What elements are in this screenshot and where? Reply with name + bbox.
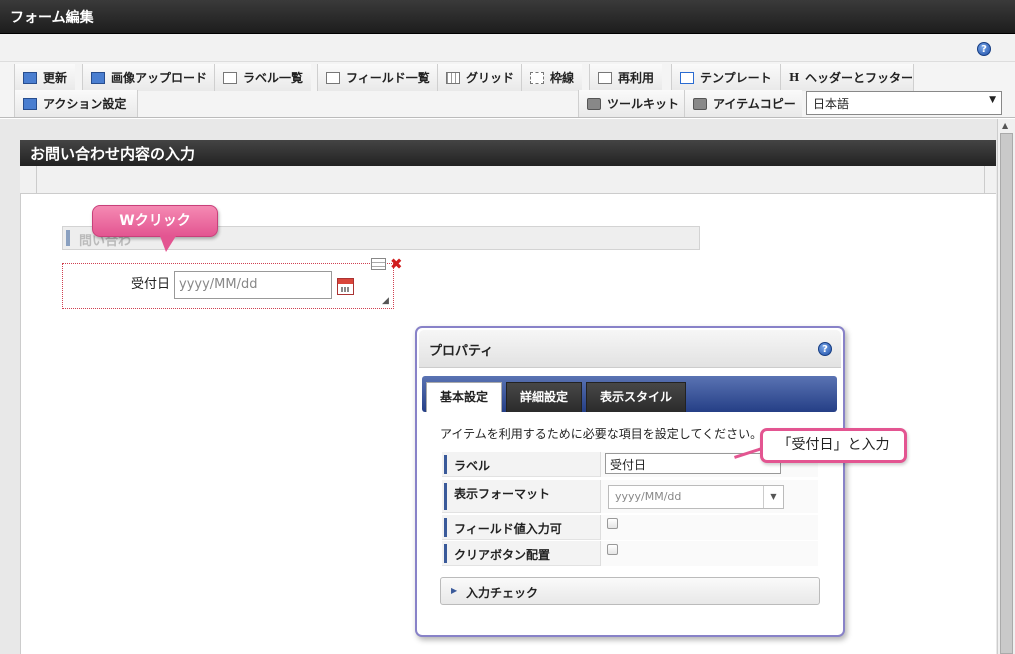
label-list-label: ラベル一覧 (243, 71, 304, 85)
date-field-label: 受付日 (131, 277, 171, 292)
double-click-text: Wクリック (119, 213, 191, 229)
calendar-icon[interactable] (337, 278, 354, 295)
row-value-cell (600, 515, 818, 540)
enter-label-callout: 「受付日」と入力 (760, 428, 907, 463)
action-icon (23, 97, 37, 110)
template-label: テンプレート (700, 71, 772, 85)
tab-display-style[interactable]: 表示スタイル (586, 382, 687, 412)
help-bar: ? (0, 34, 1015, 62)
property-row-field-input: フィールド値入力可 (442, 515, 818, 540)
image-upload-label: 画像アップロード (111, 71, 208, 85)
toolkit-icon (587, 97, 601, 110)
item-copy-icon (693, 97, 707, 110)
scroll-up-icon[interactable]: ▲ (1002, 121, 1008, 130)
double-click-callout: Wクリック (92, 205, 218, 237)
refresh-icon (23, 71, 37, 84)
date-input[interactable]: yyyy/MM/dd (174, 271, 332, 299)
template-icon (680, 71, 694, 84)
row-marker (444, 544, 447, 563)
property-description: アイテムを利用するために必要な項目を設定してください。 (440, 427, 763, 441)
toolkit-label: ツールキット (607, 97, 680, 111)
toolkit-button[interactable]: ツールキット (578, 90, 688, 117)
label-list-button[interactable]: ラベル一覧 (214, 64, 312, 91)
language-value: 日本語 (813, 97, 850, 111)
row-label: クリアボタン配置 (454, 548, 551, 562)
refresh-button[interactable]: 更新 (14, 64, 76, 91)
template-button[interactable]: テンプレート (671, 64, 780, 91)
window-title: フォーム編集 (10, 10, 94, 26)
header-footer-button[interactable]: H ヘッダーとフッター (780, 64, 914, 91)
heading-bar (66, 230, 70, 246)
row-label: 表示フォーマット (454, 487, 551, 501)
chevron-right-icon: ▶ (451, 586, 458, 595)
form-header: お問い合わせ内容の入力 (20, 140, 996, 166)
reuse-button[interactable]: 再利用 (589, 64, 663, 91)
vertical-scrollbar[interactable]: ▲ (997, 119, 1015, 654)
label-input-value: 受付日 (610, 458, 647, 472)
tab-detail-settings[interactable]: 詳細設定 (506, 382, 583, 412)
image-upload-button[interactable]: 画像アップロード (82, 64, 216, 91)
subbar-divider (984, 166, 985, 194)
date-input-placeholder: yyyy/MM/dd (179, 277, 258, 292)
row-label: ラベル (454, 459, 491, 473)
reuse-label: 再利用 (618, 71, 655, 85)
window-titlebar: フォーム編集 (0, 0, 1015, 34)
chevron-down-icon: ▼ (763, 486, 783, 508)
property-panel-title: プロパティ (429, 344, 494, 359)
accordion-label: 入力チェック (466, 586, 539, 600)
help-icon[interactable]: ? (977, 42, 991, 56)
row-value-cell (600, 541, 818, 566)
action-settings-button[interactable]: アクション設定 (14, 90, 138, 117)
delete-icon[interactable]: ✖ (390, 255, 403, 273)
grid-icon (446, 71, 460, 84)
field-list-icon (326, 71, 340, 84)
format-select-value: yyyy/MM/dd (615, 490, 682, 503)
header-footer-icon: H (789, 70, 800, 84)
format-select[interactable]: yyyy/MM/dd ▼ (608, 485, 784, 509)
property-panel-header: プロパティ ? (419, 330, 841, 368)
clear-button-checkbox[interactable] (607, 544, 618, 555)
row-label: フィールド値入力可 (454, 522, 562, 536)
header-footer-label: ヘッダーとフッター (805, 71, 914, 85)
label-list-icon (223, 71, 237, 84)
field-input-checkbox[interactable] (607, 518, 618, 529)
grid-label: グリッド (466, 71, 515, 85)
item-copy-button[interactable]: アイテムコピー (684, 90, 802, 117)
grid-button[interactable]: グリッド (437, 64, 523, 91)
chevron-down-icon: ▼ (989, 95, 996, 105)
form-title: お問い合わせ内容の入力 (30, 145, 196, 163)
action-settings-label: アクション設定 (43, 97, 127, 111)
form-subbar (20, 166, 996, 194)
resize-grip-icon[interactable]: ◢ (382, 296, 389, 306)
refresh-label: 更新 (43, 71, 68, 85)
callout-tail (160, 236, 176, 252)
row-marker (444, 455, 447, 474)
item-copy-label: アイテムコピー (713, 97, 796, 111)
subbar-divider (36, 166, 37, 194)
property-row-clear-button: クリアボタン配置 (442, 541, 818, 566)
language-select[interactable]: 日本語 ▼ (806, 91, 1002, 115)
reuse-icon (598, 71, 612, 84)
input-check-accordion[interactable]: ▶ 入力チェック (440, 577, 820, 605)
tab-label: 表示スタイル (600, 390, 673, 404)
item-properties-icon[interactable] (371, 258, 386, 270)
row-marker (444, 518, 447, 537)
border-icon (530, 71, 544, 84)
tab-label: 基本設定 (440, 390, 489, 404)
scroll-thumb[interactable] (1000, 133, 1013, 654)
enter-label-text: 「受付日」と入力 (777, 437, 890, 453)
image-upload-icon (91, 71, 105, 84)
tab-basic-settings[interactable]: 基本設定 (426, 382, 503, 412)
border-button[interactable]: 枠線 (521, 64, 583, 91)
help-icon[interactable]: ? (818, 342, 832, 356)
tab-label: 詳細設定 (520, 390, 569, 404)
border-label: 枠線 (550, 71, 575, 85)
row-marker (444, 483, 447, 510)
field-list-label: フィールド一覧 (346, 71, 430, 85)
field-list-button[interactable]: フィールド一覧 (317, 64, 438, 91)
